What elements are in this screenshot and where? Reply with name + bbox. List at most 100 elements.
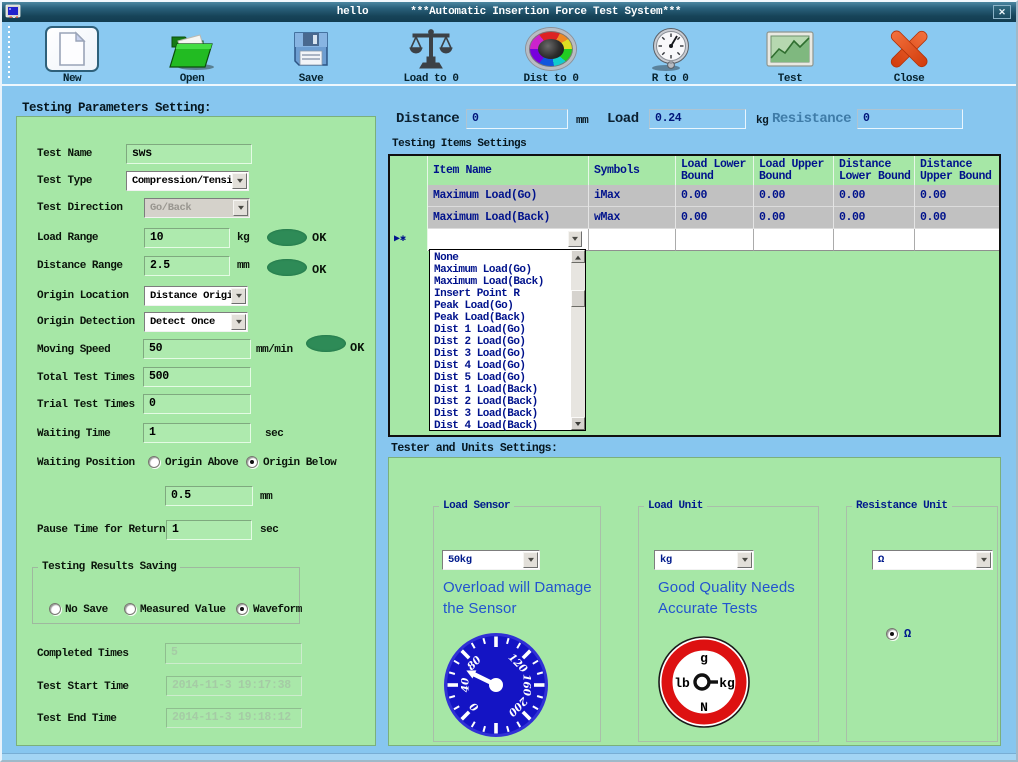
grid-cell[interactable]: 0.00 — [676, 185, 754, 207]
dropdown-option[interactable]: Dist 1 Load(Back) — [431, 384, 570, 396]
origin-below-radio[interactable] — [246, 456, 258, 468]
test-chart-icon — [765, 29, 815, 69]
grid-cell[interactable]: 0.00 — [915, 185, 999, 207]
moving-speed-status-text: OK — [350, 341, 364, 355]
resistance-unit-combo[interactable]: Ω — [872, 550, 993, 570]
pause-time-input[interactable]: 1 — [166, 520, 252, 540]
origin-detection-combo[interactable]: Detect Once — [144, 312, 248, 332]
distance-range-input[interactable]: 2.5 — [144, 256, 230, 276]
load-unit-dropdown-arrow[interactable] — [737, 552, 752, 568]
grid-cell[interactable]: wMax — [589, 207, 676, 229]
load-range-status-light — [267, 229, 307, 246]
total-test-times-input[interactable]: 500 — [143, 367, 251, 387]
grid-edit-load-upper-cell[interactable] — [754, 229, 834, 251]
test-button[interactable]: Test — [740, 24, 840, 84]
load-unit-combo[interactable]: kg — [654, 550, 754, 570]
grid-edit-load-lower-cell[interactable] — [676, 229, 754, 251]
grid-row-1-selector[interactable] — [390, 185, 428, 207]
load-to-0-button[interactable]: Load to 0 — [381, 24, 481, 84]
scrollbar-thumb[interactable] — [571, 290, 585, 307]
load-sensor-combo[interactable]: 50kg — [442, 550, 540, 570]
dist-to-0-button[interactable]: Dist to 0 — [501, 24, 601, 84]
unit-letter-g: g — [700, 651, 708, 666]
scrollbar-down-button[interactable] — [571, 417, 585, 430]
grid-header-load-lower: Load Lower Bound — [676, 156, 754, 185]
waiting-offset-input[interactable]: 0.5 — [165, 486, 253, 506]
dropdown-option[interactable]: Dist 3 Load(Go) — [431, 348, 570, 360]
grid-edit-dropdown-arrow[interactable] — [568, 231, 582, 247]
grid-row-2-selector[interactable] — [390, 207, 428, 229]
waiting-time-input[interactable]: 1 — [143, 423, 251, 443]
dropdown-option[interactable]: Insert Point R — [431, 288, 570, 300]
load-sensor-value: 50kg — [448, 554, 472, 566]
toolbar-grip[interactable] — [8, 26, 10, 80]
load-range-unit: kg — [237, 231, 249, 245]
load-sensor-gauge-icon: 0 40 80 120 160 200 — [442, 631, 550, 739]
test-type-combo[interactable]: Compression/Tensio — [126, 171, 249, 191]
dropdown-option[interactable]: Maximum Load(Go) — [431, 264, 570, 276]
moving-speed-input[interactable]: 50 — [143, 339, 251, 359]
test-type-dropdown-arrow[interactable] — [232, 173, 247, 189]
grid-cell[interactable]: 0.00 — [754, 207, 834, 229]
dropdown-option[interactable]: Peak Load(Back) — [431, 312, 570, 324]
grid-row-1[interactable]: Maximum Load(Go) iMax 0.00 0.00 0.00 0.0… — [428, 185, 999, 207]
total-test-times-label: Total Test Times — [37, 371, 135, 385]
window-title-left: hello — [337, 6, 369, 18]
distance-range-status-light — [267, 259, 307, 276]
dropdown-option[interactable]: Dist 3 Load(Back) — [431, 408, 570, 420]
trial-test-times-input[interactable]: 0 — [143, 394, 251, 414]
waiting-time-unit: sec — [265, 427, 283, 441]
window-bottom-edge — [2, 753, 1016, 760]
grid-edit-symbols-cell[interactable] — [589, 229, 676, 251]
grid-edit-item-combo[interactable] — [428, 229, 589, 251]
grid-cell[interactable]: 0.00 — [834, 207, 915, 229]
grid-edit-dist-upper-cell[interactable] — [915, 229, 999, 251]
grid-header-item-name: Item Name — [428, 156, 589, 185]
origin-detection-dropdown-arrow[interactable] — [231, 314, 246, 330]
toolbar: New Open Save — [2, 22, 1016, 86]
new-button[interactable]: New — [22, 24, 122, 84]
moving-speed-label: Moving Speed — [37, 343, 110, 357]
dropdown-option[interactable]: Dist 2 Load(Back) — [431, 396, 570, 408]
grid-edit-dist-lower-cell[interactable] — [834, 229, 915, 251]
grid-cell[interactable]: 0.00 — [754, 185, 834, 207]
open-button[interactable]: Open — [142, 24, 242, 84]
dropdown-option[interactable]: Peak Load(Go) — [431, 300, 570, 312]
r-to-0-button[interactable]: R to 0 — [620, 24, 720, 84]
close-button[interactable]: Close — [859, 24, 959, 84]
dropdown-option[interactable]: Dist 4 Load(Back) — [431, 420, 570, 432]
grid-cell[interactable]: iMax — [589, 185, 676, 207]
test-name-input[interactable]: sws — [126, 144, 252, 164]
grid-cell[interactable]: 0.00 — [915, 207, 999, 229]
grid-cell[interactable]: 0.00 — [834, 185, 915, 207]
results-saving-groupbox: Testing Results Saving No Save Measured … — [32, 567, 300, 624]
load-range-input[interactable]: 10 — [144, 228, 230, 248]
dropdown-scrollbar[interactable] — [571, 250, 585, 430]
origin-above-radio[interactable] — [148, 456, 160, 468]
dropdown-option[interactable]: Dist 2 Load(Go) — [431, 336, 570, 348]
ohm-radio[interactable] — [886, 628, 898, 640]
dropdown-option[interactable]: Maximum Load(Back) — [431, 276, 570, 288]
no-save-radio[interactable] — [49, 603, 61, 615]
dropdown-option[interactable]: Dist 4 Load(Go) — [431, 360, 570, 372]
dropdown-option[interactable]: Dist 5 Load(Go) — [431, 372, 570, 384]
scrollbar-up-button[interactable] — [571, 250, 585, 263]
resistance-unit-dropdown-arrow[interactable] — [976, 552, 991, 568]
grid-edit-row-selector[interactable]: ▶✱ — [390, 229, 428, 251]
grid-cell[interactable]: 0.00 — [676, 207, 754, 229]
waveform-radio[interactable] — [236, 603, 248, 615]
grid-cell[interactable]: Maximum Load(Go) — [428, 185, 589, 207]
origin-location-combo[interactable]: Distance Origin — [144, 286, 248, 306]
save-button[interactable]: Save — [261, 24, 361, 84]
dropdown-option[interactable]: None — [431, 252, 570, 264]
titlebar-close-button[interactable]: ✕ — [993, 5, 1011, 19]
load-sensor-dropdown-arrow[interactable] — [523, 552, 538, 568]
measured-value-radio[interactable] — [124, 603, 136, 615]
params-panel: Test Name sws Test Type Compression/Tens… — [16, 116, 376, 746]
origin-location-dropdown-arrow[interactable] — [231, 288, 246, 304]
balance-scale-icon — [407, 27, 455, 71]
grid-row-2[interactable]: Maximum Load(Back) wMax 0.00 0.00 0.00 0… — [428, 207, 999, 229]
dropdown-option[interactable]: Dist 1 Load(Go) — [431, 324, 570, 336]
grid-cell[interactable]: Maximum Load(Back) — [428, 207, 589, 229]
test-name-label: Test Name — [37, 147, 92, 161]
